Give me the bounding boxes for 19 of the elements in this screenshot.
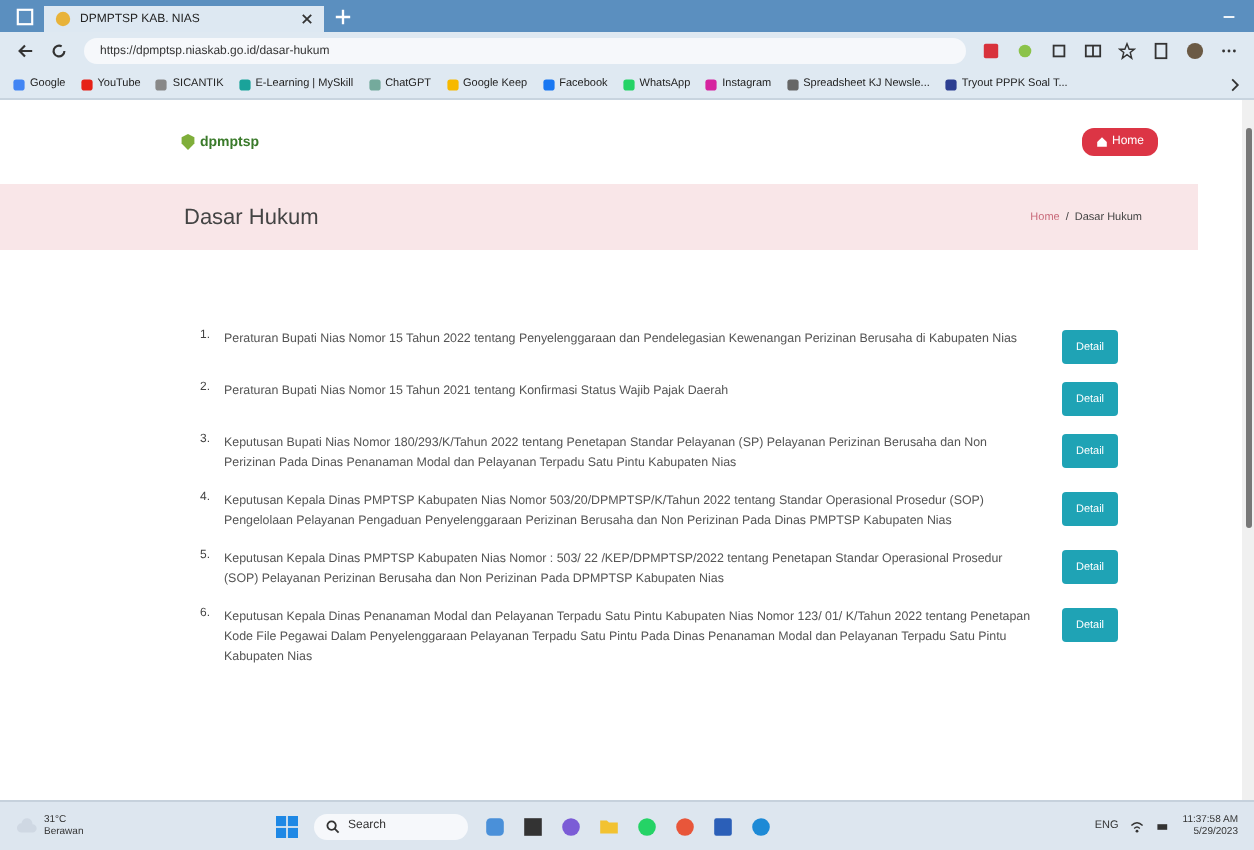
close-icon[interactable] bbox=[300, 12, 314, 26]
tab-actions-icon[interactable] bbox=[16, 7, 34, 25]
chevron-right-icon[interactable] bbox=[1228, 77, 1242, 91]
app-icon[interactable] bbox=[522, 815, 544, 837]
back-icon[interactable] bbox=[16, 42, 34, 60]
windows-start-icon[interactable] bbox=[276, 815, 298, 837]
site-favicon-icon bbox=[54, 10, 72, 28]
refresh-icon[interactable] bbox=[50, 42, 68, 60]
app-icon[interactable] bbox=[712, 815, 734, 837]
search-icon bbox=[326, 819, 340, 833]
home-icon bbox=[1095, 136, 1108, 148]
page-title: Dasar Hukum bbox=[184, 205, 319, 229]
favorites-icon[interactable] bbox=[1118, 42, 1136, 60]
scrollbar-thumb[interactable] bbox=[1245, 128, 1251, 528]
profile-icon[interactable] bbox=[1186, 42, 1204, 60]
wifi-icon[interactable] bbox=[1130, 819, 1145, 833]
new-tab-icon[interactable] bbox=[334, 7, 352, 25]
split-screen-icon[interactable] bbox=[1084, 42, 1102, 60]
emblem-icon bbox=[180, 132, 196, 152]
